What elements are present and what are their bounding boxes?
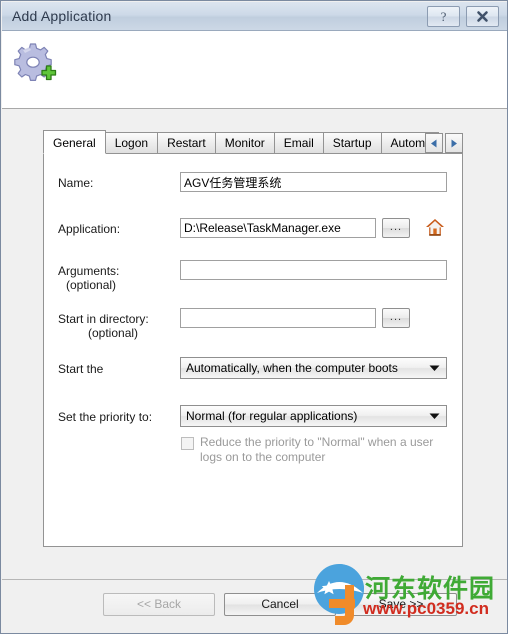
start-the-value: Automatically, when the computer boots (186, 361, 398, 375)
start-in-directory-label: Start in directory: (optional) (58, 312, 168, 340)
save-button[interactable]: Save >> (345, 593, 457, 616)
arguments-input[interactable] (180, 260, 447, 280)
window-titlebar: Add Application ? (2, 2, 507, 31)
chevron-down-icon (422, 406, 446, 426)
triangle-left-icon (431, 139, 437, 148)
dialog-header-strip (2, 31, 507, 109)
tab-scroll-right-button[interactable] (445, 133, 463, 153)
help-button[interactable]: ? (427, 6, 460, 27)
start-the-combobox[interactable]: Automatically, when the computer boots (180, 357, 447, 379)
tab-restart[interactable]: Restart (157, 132, 216, 154)
arguments-label-main: Arguments: (58, 264, 120, 278)
add-application-dialog: Add Application ? General Logon Restart … (0, 0, 508, 634)
reduce-priority-label: Reduce the priority to "Normal" when a u… (200, 435, 434, 464)
question-mark-icon: ? (441, 9, 447, 24)
tab-monitor[interactable]: Monitor (214, 132, 275, 154)
triangle-right-icon (451, 139, 457, 148)
tab-startup[interactable]: Startup (322, 132, 382, 154)
priority-label: Set the priority to: (58, 410, 153, 424)
application-label: Application: (58, 222, 121, 236)
name-input[interactable] (180, 172, 447, 192)
cancel-button[interactable]: Cancel (224, 593, 336, 616)
back-button[interactable]: << Back (103, 593, 215, 616)
tab-scroll-left-button[interactable] (425, 133, 443, 153)
svg-text:?: ? (441, 9, 447, 24)
reduce-priority-checkbox[interactable] (181, 437, 194, 450)
start-in-directory-label-main: Start in directory: (58, 312, 149, 326)
application-input[interactable] (180, 218, 376, 238)
close-icon (477, 11, 488, 22)
start-in-directory-browse-button[interactable]: ... (382, 308, 410, 328)
chevron-down-icon (422, 358, 446, 378)
priority-combobox[interactable]: Normal (for regular applications) (180, 405, 447, 427)
arguments-label: Arguments: (optional) (58, 264, 119, 292)
dialog-footer: << Back Cancel Save >> (2, 580, 507, 633)
tab-email[interactable]: Email (273, 132, 324, 154)
application-browse-button[interactable]: ... (382, 218, 410, 238)
arguments-label-optional: (optional) (66, 278, 117, 292)
tab-general[interactable]: General (43, 130, 106, 154)
general-tab-panel: Name: Application: ... Arguments: (optio… (43, 153, 463, 547)
close-button[interactable] (466, 6, 499, 27)
name-label: Name: (58, 176, 94, 190)
tab-strip: General Logon Restart Monitor Email Star… (43, 130, 463, 154)
gear-plus-icon (14, 43, 57, 81)
window-title: Add Application (12, 8, 112, 24)
priority-value: Normal (for regular applications) (186, 409, 358, 423)
start-in-directory-label-optional: (optional) (88, 326, 139, 340)
home-icon[interactable] (425, 217, 445, 237)
start-in-directory-input[interactable] (180, 308, 376, 328)
start-the-label: Start the (58, 362, 104, 376)
tab-logon[interactable]: Logon (104, 132, 159, 154)
